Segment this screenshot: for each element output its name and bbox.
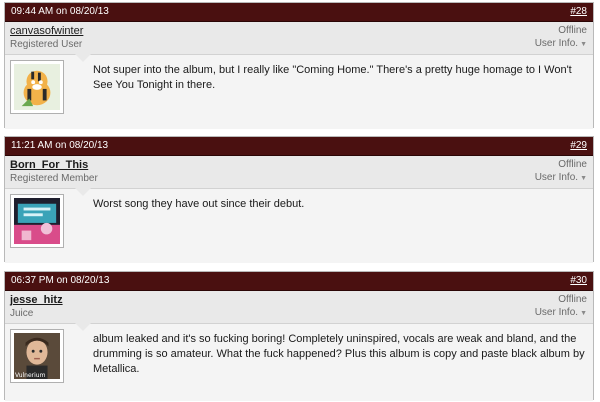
user-info-dropdown[interactable]: User Info. ▼ [535, 172, 587, 183]
post-message: Worst song they have out since their deb… [93, 198, 305, 210]
user-title: Registered Member [10, 173, 98, 184]
post-30: 06:37 PM on 08/20/13 #30 jesse_hitz Juic… [4, 271, 594, 401]
user-title: Juice [10, 308, 34, 319]
post-header: 09:44 AM on 08/20/13 #28 [5, 3, 593, 22]
post-body: Worst song they have out since their deb… [5, 188, 593, 263]
online-status: Offline [558, 294, 587, 305]
chevron-down-icon: ▼ [580, 310, 587, 317]
username-link[interactable]: Born_For_This [10, 159, 88, 171]
avatar-image [14, 198, 60, 244]
user-bar: jesse_hitz Juice Offline User Info. ▼ [5, 291, 593, 324]
speech-pointer [75, 323, 91, 331]
post-header: 06:37 PM on 08/20/13 #30 [5, 272, 593, 291]
post-date: 11:21 AM on 08/20/13 [11, 140, 109, 151]
user-bar: Born_For_This Registered Member Offline … [5, 156, 593, 189]
post-body: Vulnerium album leaked and it's so fucki… [5, 323, 593, 401]
user-info-dropdown[interactable]: User Info. ▼ [535, 307, 587, 318]
online-status: Offline [558, 25, 587, 36]
speech-pointer [75, 188, 91, 196]
user-info-dropdown[interactable]: User Info. ▼ [535, 38, 587, 49]
post-number-link[interactable]: #30 [570, 272, 587, 290]
username-link[interactable]: jesse_hitz [10, 294, 63, 306]
username-link[interactable]: canvasofwinter [10, 25, 83, 37]
post-date: 09:44 AM on 08/20/13 [11, 6, 109, 17]
avatar[interactable] [10, 194, 64, 248]
post-message: album leaked and it's so fucking boring!… [93, 333, 585, 375]
post-body: Not super into the album, but I really l… [5, 54, 593, 129]
avatar-image [14, 64, 60, 110]
user-info-label: User Info. [534, 38, 579, 49]
post-number-link[interactable]: #28 [570, 3, 587, 21]
online-status: Offline [558, 159, 587, 170]
user-bar: canvasofwinter Registered User Offline U… [5, 22, 593, 55]
post-date: 06:37 PM on 08/20/13 [11, 275, 110, 286]
chevron-down-icon: ▼ [580, 175, 587, 182]
post-number-link[interactable]: #29 [570, 137, 587, 155]
post-header: 11:21 AM on 08/20/13 #29 [5, 137, 593, 156]
user-title: Registered User [10, 39, 83, 50]
post-29: 11:21 AM on 08/20/13 #29 Born_For_This R… [4, 136, 594, 263]
speech-pointer [75, 54, 91, 62]
user-info-label: User Info. [534, 307, 579, 318]
post-28: 09:44 AM on 08/20/13 #28 canvasofwinter … [4, 2, 594, 129]
avatar[interactable] [10, 60, 64, 114]
user-info-label: User Info. [534, 172, 579, 183]
post-message: Not super into the album, but I really l… [93, 64, 572, 91]
avatar-caption: Vulnerium [15, 372, 46, 379]
avatar[interactable]: Vulnerium [10, 329, 64, 383]
chevron-down-icon: ▼ [580, 41, 587, 48]
